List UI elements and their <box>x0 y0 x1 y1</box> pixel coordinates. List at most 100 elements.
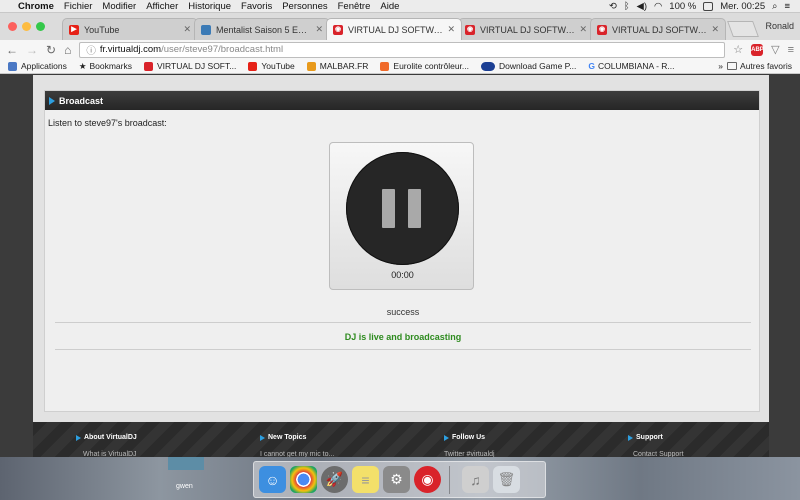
footer-heading-support[interactable]: Support <box>628 434 663 441</box>
tab-close-icon[interactable]: ✕ <box>315 24 323 35</box>
menu-fichier[interactable]: Fichier <box>64 1 93 12</box>
eurolite-icon <box>380 61 390 71</box>
macos-menu-bar: Chrome Fichier Modifier Afficher Histori… <box>0 0 800 13</box>
footer-heading-label: Support <box>636 434 663 441</box>
pause-button[interactable] <box>346 152 459 265</box>
address-bar[interactable]: ⓘ fr.virtualdj.com /user/steve97/broadca… <box>79 41 726 58</box>
bookmark-folder-other[interactable]: Autres favoris <box>727 61 792 71</box>
footer-heading-follow[interactable]: Follow Us <box>444 434 485 441</box>
google-icon: G <box>588 61 595 71</box>
bookmark-bookmarks[interactable]: ★ Bookmarks <box>79 61 132 72</box>
new-tab-button[interactable] <box>727 21 759 37</box>
menu-afficher[interactable]: Afficher <box>146 1 178 12</box>
dock-separator <box>449 465 450 494</box>
bookmark-label: Download Game P... <box>499 61 577 71</box>
bookmark-youtube[interactable]: YouTube <box>248 61 295 71</box>
menu-modifier[interactable]: Modifier <box>102 1 136 12</box>
menu-historique[interactable]: Historique <box>188 1 231 12</box>
spotlight-icon[interactable]: ⌕ <box>772 1 777 12</box>
bookmark-download-game[interactable]: Download Game P... <box>481 61 576 71</box>
tab-mentalist[interactable]: Mentalist Saison 5 Episode ✕ <box>194 18 330 40</box>
battery-percent[interactable]: 100 % <box>669 1 696 12</box>
back-arrow-icon[interactable]: ← <box>6 43 18 57</box>
extension-icon[interactable]: ▽ <box>771 43 779 56</box>
tab-close-icon[interactable]: ✕ <box>711 24 719 35</box>
divider <box>55 322 751 323</box>
adblock-icon[interactable]: ABP <box>751 43 764 56</box>
browser-toolbar: ← → ↻ ⌂ ⓘ fr.virtualdj.com /user/steve97… <box>0 40 800 59</box>
tab-title: VIRTUAL DJ SOFTWARE - E <box>348 24 443 35</box>
apps-grid-icon <box>8 61 17 71</box>
broadcast-panel: Broadcast Listen to steve97's broadcast:… <box>44 90 760 412</box>
footer-heading-new-topics[interactable]: New Topics <box>260 434 306 441</box>
minimize-window-button[interactable] <box>22 22 31 31</box>
virtualdj-icon: ◉ <box>597 24 607 35</box>
close-window-button[interactable] <box>8 22 17 31</box>
desktop-folder-icon[interactable] <box>168 457 204 470</box>
chrome-tab-strip: ▶ YouTube ✕ Mentalist Saison 5 Episode ✕… <box>0 13 800 40</box>
triangle-bullet-icon <box>260 434 265 441</box>
tab-virtualdj-2[interactable]: ◉ VIRTUAL DJ SOFTWARE - E ✕ <box>458 18 594 40</box>
status-text: success <box>386 307 420 317</box>
volume-icon[interactable]: ◀) <box>637 1 647 12</box>
clock[interactable]: Mer. 00:25 <box>720 1 765 12</box>
bookmark-virtualdj[interactable]: VIRTUAL DJ SOFT... <box>143 61 236 71</box>
time-machine-icon[interactable]: ⟲ <box>609 1 617 12</box>
wifi-icon[interactable]: ◠ <box>654 1 662 12</box>
bookmark-label: MALBAR.FR <box>319 61 369 71</box>
pause-bar-icon <box>382 189 395 228</box>
menu-aide[interactable]: Aide <box>380 1 399 12</box>
launchpad-icon[interactable]: 🚀 <box>321 466 348 493</box>
zoom-window-button[interactable] <box>36 22 45 31</box>
virtualdj-icon: ◉ <box>333 24 343 35</box>
youtube-icon: ▶ <box>69 24 79 35</box>
tab-youtube[interactable]: ▶ YouTube ✕ <box>62 18 198 40</box>
tab-virtualdj-active[interactable]: ◉ VIRTUAL DJ SOFTWARE - E ✕ <box>326 18 462 40</box>
profile-button[interactable]: Ronald <box>765 21 794 31</box>
bookmarks-overflow-button[interactable]: » <box>718 61 723 71</box>
tab-close-icon[interactable]: ✕ <box>579 24 587 35</box>
trash-icon[interactable]: 🗑 <box>493 466 520 493</box>
menu-favoris[interactable]: Favoris <box>241 1 272 12</box>
bookmark-star-icon[interactable]: ☆ <box>733 43 743 56</box>
dock: ☺ 🚀 ≡ ⚙ ◉ ♫ 🗑 <box>253 461 546 498</box>
folder-icon <box>727 62 738 70</box>
menu-fenetre[interactable]: Fenêtre <box>338 1 371 12</box>
bookmark-columbiana[interactable]: G COLUMBIANA - R... <box>588 61 674 71</box>
bookmark-eurolite[interactable]: Eurolite contrôleur... <box>380 61 469 71</box>
pause-bar-icon <box>408 189 421 228</box>
itunes-icon[interactable]: ♫ <box>462 466 489 493</box>
footer-heading-about[interactable]: About VirtualDJ <box>76 434 137 441</box>
menu-personnes[interactable]: Personnes <box>282 1 327 12</box>
menu-app-chrome[interactable]: Chrome <box>18 1 54 12</box>
triangle-bullet-icon <box>76 434 81 441</box>
battery-icon[interactable] <box>703 1 714 11</box>
tab-title: Mentalist Saison 5 Episode <box>216 24 311 35</box>
notification-center-icon[interactable]: ≡ <box>784 1 790 12</box>
forward-arrow-icon[interactable]: → <box>26 43 38 57</box>
tab-close-icon[interactable]: ✕ <box>183 24 191 35</box>
system-preferences-icon[interactable]: ⚙ <box>383 466 410 493</box>
finder-icon[interactable]: ☺ <box>259 466 286 493</box>
chrome-icon[interactable] <box>290 466 317 493</box>
tab-close-icon[interactable]: ✕ <box>447 24 455 35</box>
triangle-bullet-icon <box>49 96 55 105</box>
page-info-icon[interactable]: ⓘ <box>86 43 96 57</box>
bluetooth-icon[interactable]: ᛒ <box>624 1 630 12</box>
footer-heading-label: Follow Us <box>452 434 486 441</box>
youtube-icon <box>248 61 258 71</box>
reload-icon[interactable]: ↻ <box>46 43 56 57</box>
bookmark-malbar[interactable]: MALBAR.FR <box>306 61 369 71</box>
home-icon[interactable]: ⌂ <box>64 43 71 57</box>
chrome-menu-icon[interactable]: ≡ <box>788 44 794 56</box>
tab-virtualdj-3[interactable]: ◉ VIRTUAL DJ SOFTWARE - E ✕ <box>590 18 726 40</box>
triangle-bullet-icon <box>628 434 633 441</box>
url-host: fr.virtualdj.com <box>99 44 162 55</box>
star-icon: ★ <box>78 60 87 71</box>
bookmark-label: COLUMBIANA - R... <box>597 61 675 71</box>
stickies-icon[interactable]: ≡ <box>352 466 379 493</box>
virtualdj-icon[interactable]: ◉ <box>414 466 441 493</box>
bookmark-applications[interactable]: Applications <box>8 61 67 71</box>
desktop-item-label[interactable]: gwen <box>176 483 193 490</box>
url-path: /user/steve97/broadcast.html <box>161 44 284 55</box>
